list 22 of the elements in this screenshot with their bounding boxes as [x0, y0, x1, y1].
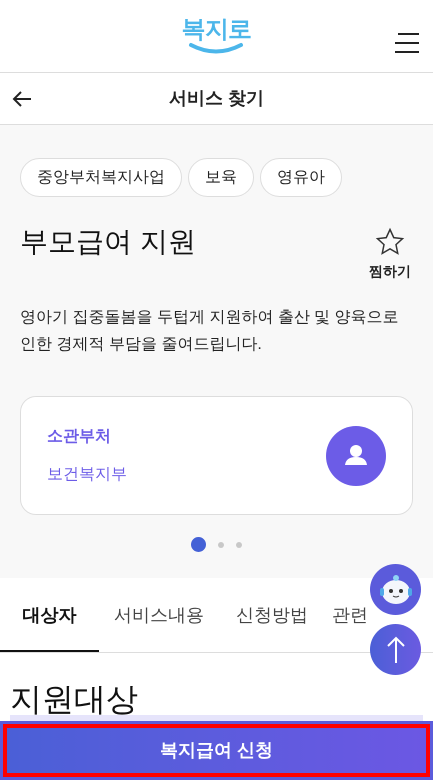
tab[interactable]: 서비스내용 — [99, 595, 219, 652]
person-icon — [326, 426, 386, 486]
star-icon — [375, 227, 405, 257]
tab[interactable]: 관련 — [325, 595, 368, 652]
page-title: 서비스 찾기 — [168, 87, 264, 110]
tab[interactable]: 신청방법 — [219, 595, 325, 652]
favorite-button[interactable]: 찜하기 — [369, 227, 411, 282]
arrow-up-icon — [386, 636, 404, 664]
scroll-top-button[interactable] — [370, 624, 421, 675]
menu-icon[interactable] — [394, 33, 420, 53]
category-tag[interactable]: 보육 — [188, 158, 254, 197]
back-arrow-icon[interactable] — [12, 91, 32, 107]
card-value: 보건복지부 — [47, 464, 127, 484]
card-label: 소관부처 — [47, 426, 112, 446]
category-tag[interactable]: 중앙부처복지사업 — [20, 158, 182, 197]
tab[interactable]: 대상자 — [0, 595, 99, 652]
chatbot-button[interactable] — [370, 564, 421, 615]
apply-button[interactable]: 복지급여 신청 — [3, 724, 430, 777]
service-description: 영아기 집중돌봄을 두텁게 지원하여 출산 및 양육으로 인한 경제적 부담을 줄여드립니다. — [20, 308, 400, 355]
category-tag[interactable]: 영유아 — [260, 158, 342, 197]
service-title: 부모급여 지원 — [20, 225, 196, 259]
section-heading: 지원대상 — [10, 681, 138, 717]
